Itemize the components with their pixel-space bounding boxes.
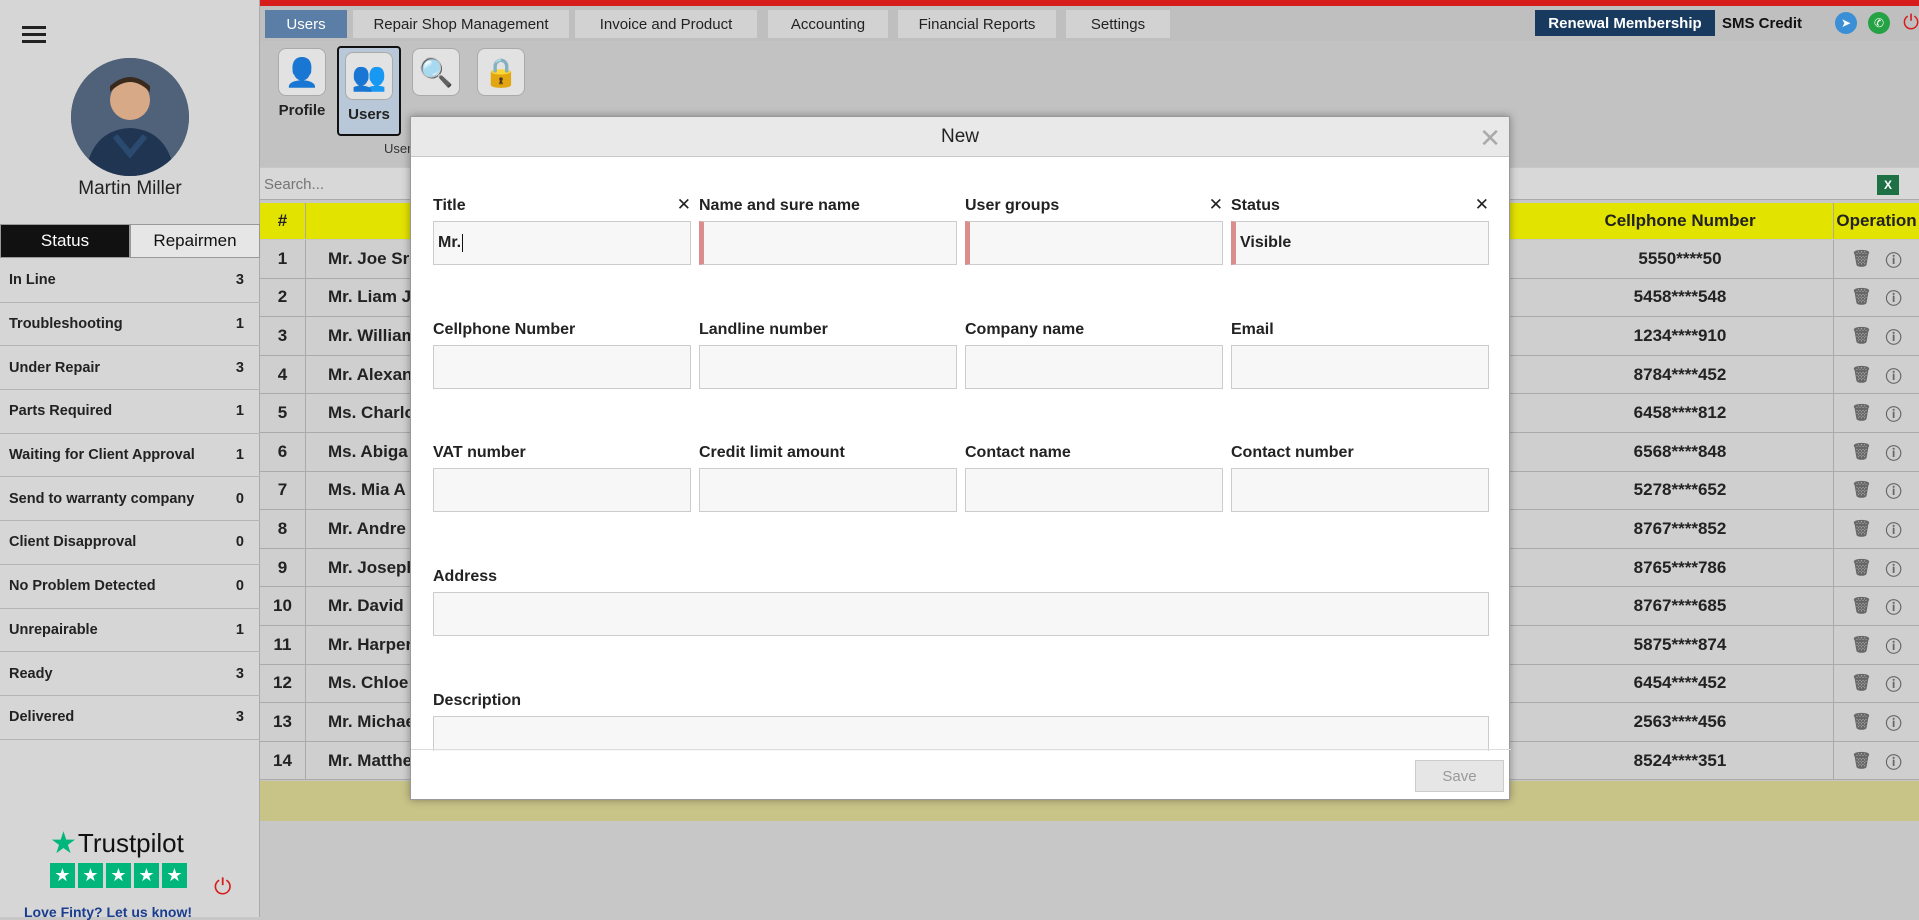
email-field: Email: [1231, 321, 1489, 389]
field-label: VAT number: [433, 444, 526, 461]
field-label: Title: [433, 197, 466, 214]
field-label: Contact name: [965, 444, 1071, 461]
landline-field: Landline number: [699, 321, 957, 389]
save-button[interactable]: Save: [1415, 760, 1504, 792]
status-select[interactable]: Visible: [1231, 221, 1489, 265]
new-user-dialog: New ✕ Title ✕ Mr. Name and sure name Use…: [410, 116, 1511, 800]
company-input[interactable]: [965, 345, 1223, 389]
description-field: Description: [433, 692, 1489, 751]
contact-name-input[interactable]: [965, 468, 1223, 512]
clear-icon[interactable]: ✕: [677, 195, 691, 215]
credit-field: Credit limit amount: [699, 444, 957, 512]
field-label: User groups: [965, 197, 1060, 214]
title-field: Title ✕ Mr.: [433, 195, 691, 265]
status-field: Status ✕ Visible: [1231, 195, 1489, 265]
field-label: Cellphone Number: [433, 321, 576, 338]
field-label: Contact number: [1231, 444, 1354, 461]
field-label: Description: [433, 692, 522, 709]
address-field: Address: [433, 568, 1489, 636]
description-textarea[interactable]: [433, 716, 1489, 751]
landline-input[interactable]: [699, 345, 957, 389]
contact-number-field: Contact number: [1231, 444, 1489, 512]
vat-input[interactable]: [433, 468, 691, 512]
dialog-body: Title ✕ Mr. Name and sure name User grou…: [411, 157, 1511, 751]
dialog-title: New: [940, 125, 979, 147]
field-label: Landline number: [699, 321, 828, 338]
company-field: Company name: [965, 321, 1223, 389]
field-label: Name and sure name: [699, 197, 860, 214]
field-label: Credit limit amount: [699, 444, 845, 461]
user-groups-field: User groups ✕: [965, 195, 1223, 265]
close-icon[interactable]: ✕: [1479, 123, 1501, 154]
cellphone-field: Cellphone Number: [433, 321, 691, 389]
name-input[interactable]: [699, 221, 957, 265]
dialog-footer: Save: [411, 749, 1511, 799]
field-label: Status: [1231, 197, 1280, 214]
dialog-header: New ✕: [411, 117, 1509, 157]
credit-input[interactable]: [699, 468, 957, 512]
title-input[interactable]: Mr.: [433, 221, 691, 265]
field-label: Company name: [965, 321, 1085, 338]
clear-icon[interactable]: ✕: [1475, 195, 1489, 215]
address-input[interactable]: [433, 592, 1489, 636]
cellphone-input[interactable]: [433, 345, 691, 389]
field-label: Email: [1231, 321, 1274, 338]
name-field: Name and sure name: [699, 197, 957, 265]
field-label: Address: [433, 568, 498, 585]
contact-name-field: Contact name: [965, 444, 1223, 512]
email-input[interactable]: [1231, 345, 1489, 389]
user-groups-select[interactable]: [965, 221, 1223, 265]
vat-field: VAT number: [433, 444, 691, 512]
contact-number-input[interactable]: [1231, 468, 1489, 512]
clear-icon[interactable]: ✕: [1209, 195, 1223, 215]
